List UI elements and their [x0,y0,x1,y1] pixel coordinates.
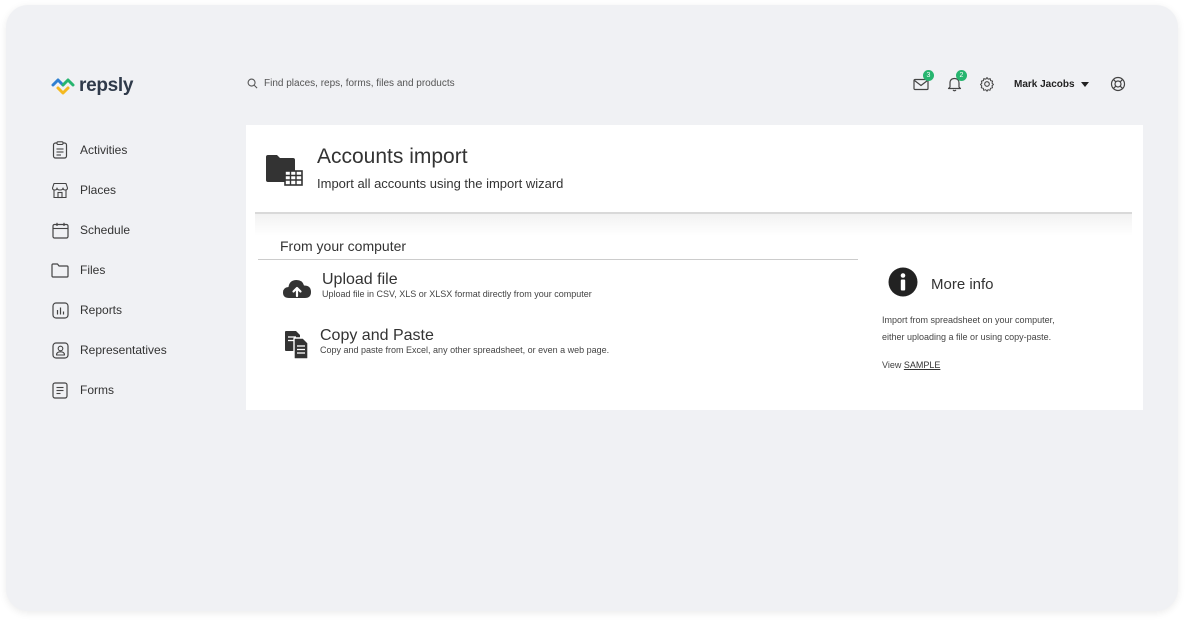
more-info-panel: More info Import from spreadsheet on you… [882,267,1112,370]
sidebar-item-label: Schedule [80,223,131,237]
info-icon [888,267,918,302]
chart-icon [51,301,69,319]
sidebar-item-label: Reports [80,303,123,317]
copy-paste-option[interactable]: Copy and Paste Copy and paste from Excel… [284,327,609,365]
search-bar[interactable]: Find places, reps, forms, files and prod… [247,78,455,89]
search-icon [247,78,258,89]
cloud-upload-icon [282,277,312,304]
sidebar-item-files[interactable]: Files [51,250,167,290]
folder-table-icon [265,154,305,193]
messages-badge: 3 [923,70,934,81]
calendar-icon [51,221,69,239]
sidebar-item-label: Representatives [80,343,167,357]
sidebar-item-label: Places [80,183,117,197]
sidebar: Activities Places Schedule Files Reports [51,130,167,410]
chevron-down-icon[interactable] [1080,81,1089,87]
upload-file-title: Upload file [322,271,398,288]
section-title: From your computer [280,238,407,254]
gear-icon [980,77,994,92]
lifebuoy-icon [1110,76,1125,92]
more-info-text: Import from spreadsheet on your computer… [882,312,1112,346]
upload-file-description: Upload file in CSV, XLS or XLSX format d… [322,289,592,299]
upload-file-option[interactable]: Upload file Upload file in CSV, XLS or X… [282,271,592,304]
more-info-title: More info [931,276,994,293]
more-info-line2: either uploading a file or using copy-pa… [882,332,1052,342]
sidebar-item-label: Activities [80,143,128,157]
divider-shadow [255,214,1132,236]
messages-button[interactable]: 3 [910,70,934,95]
view-sample-prefix: View [882,360,902,370]
repsly-logo-icon [51,78,75,95]
app-window: repsly Find places, reps, forms, files a… [6,5,1178,611]
page-title: Accounts import [317,145,468,168]
sidebar-item-label: Forms [80,383,114,397]
import-card: Accounts import Import all accounts usin… [246,125,1143,410]
view-sample-link[interactable]: SAMPLE [904,360,941,370]
sidebar-item-places[interactable]: Places [51,170,167,210]
help-button[interactable] [1107,73,1129,95]
copy-paste-icon [284,330,310,365]
page-subtitle: Import all accounts using the import wiz… [317,176,564,191]
sidebar-item-reports[interactable]: Reports [51,290,167,330]
notifications-button[interactable]: 2 [943,70,967,95]
notifications-badge: 2 [956,70,967,81]
copy-paste-description: Copy and paste from Excel, any other spr… [320,345,610,355]
header-actions: 3 2 Mark Jacobs [910,70,1129,95]
copy-paste-title: Copy and Paste [320,327,434,344]
logo-text: repsly [79,75,134,96]
settings-button[interactable] [976,73,998,95]
repsly-logo[interactable]: repsly [51,75,133,97]
sidebar-item-label: Files [80,263,106,277]
folder-icon [51,261,69,279]
sidebar-item-schedule[interactable]: Schedule [51,210,167,250]
sidebar-item-activities[interactable]: Activities [51,130,167,170]
search-placeholder[interactable]: Find places, reps, forms, files and prod… [264,78,455,89]
section-divider [258,259,858,260]
store-icon [51,181,69,199]
more-info-line1: Import from spreadsheet on your computer… [882,315,1055,325]
form-icon [51,381,69,399]
sidebar-item-representatives[interactable]: Representatives [51,330,167,370]
more-info-header: More info [888,267,1112,302]
user-name[interactable]: Mark Jacobs [1014,79,1075,90]
view-sample: View SAMPLE [882,360,1112,370]
sidebar-item-forms[interactable]: Forms [51,370,167,410]
clipboard-icon [51,141,69,159]
person-icon [51,341,69,359]
